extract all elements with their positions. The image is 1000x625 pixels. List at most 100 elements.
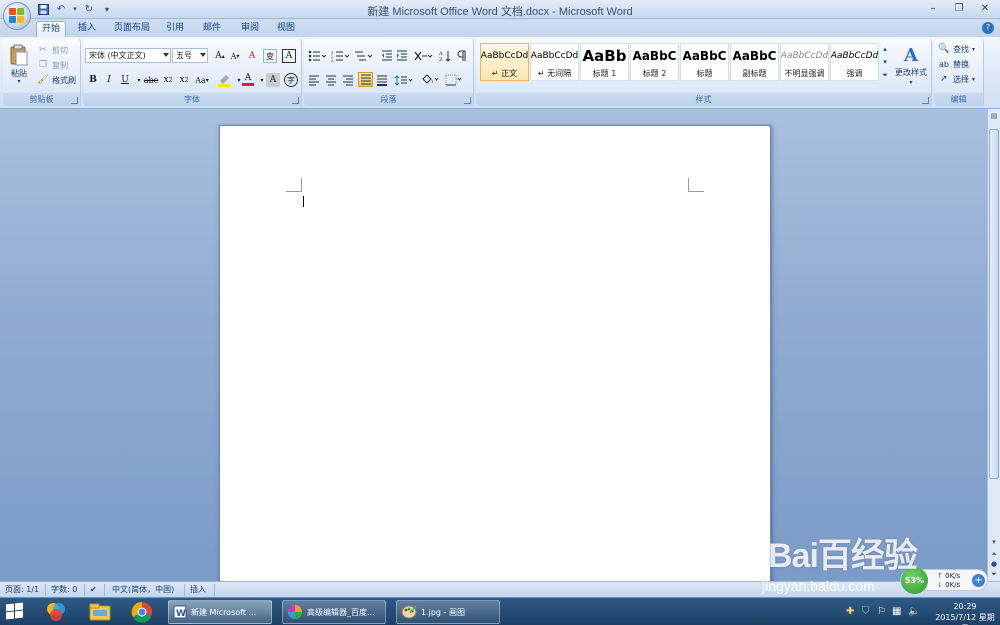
previous-page-icon[interactable]: ⏶ [989,549,999,559]
align-center-button[interactable] [324,73,338,87]
shading-button[interactable] [420,73,440,87]
paragraph-dialog-launcher[interactable] [464,97,471,104]
paste-button[interactable]: 粘贴 ▾ [7,42,31,86]
multilevel-list-button[interactable] [353,49,373,63]
font-name-dropdown[interactable]: 宋体 (中文正文) [85,48,171,63]
network-speed-widget[interactable]: 53% ↑ 0K/s ↓ 0K/s + [900,567,988,594]
volume-icon[interactable]: 🔈 [908,606,920,617]
decrease-indent-button[interactable] [380,49,394,63]
tab-view[interactable]: 视图 [273,21,299,37]
cut-button[interactable]: ✂ 剪切 [37,43,68,57]
tab-mailings[interactable]: 邮件 [199,21,225,37]
help-icon[interactable]: ? [982,22,994,34]
shrink-font-button[interactable]: A ▾ [228,49,242,63]
style-subtle-emphasis[interactable]: AaBbCcDd 不明显强调 [780,43,829,81]
tab-references[interactable]: 引用 [162,21,188,37]
font-size-dropdown[interactable]: 五号 [172,48,208,63]
document-page[interactable] [219,125,771,581]
task-word[interactable]: W 新建 Microsoft ... [168,600,272,624]
file-explorer-icon[interactable] [82,600,118,624]
style-emphasis[interactable]: AaBbCcDd 强调 [830,43,879,81]
tab-home[interactable]: 开始 [36,21,66,37]
enclose-characters-button[interactable]: 字 [284,73,298,87]
superscript-button[interactable]: x2 [177,73,191,87]
flag-icon[interactable]: ⚐ [877,606,886,617]
defender-icon[interactable]: ⛉ [862,606,870,617]
font-color-button[interactable]: A [241,73,255,87]
grow-font-button[interactable]: A ▴ [213,49,227,63]
style-normal[interactable]: AaBbCcDd ↵ 正文 [480,43,529,81]
bold-button[interactable]: B [86,73,100,87]
borders-button[interactable] [444,73,464,87]
justify-button[interactable] [358,72,373,87]
ruler-toggle-icon[interactable]: ▤ [989,111,999,121]
browse-object-icon[interactable]: ● [989,559,999,569]
pinned-app-icon[interactable] [38,600,74,624]
language-indicator[interactable]: 中文(简体，中国) [112,584,174,596]
sort-button[interactable]: AZ [438,49,452,63]
style-heading-2[interactable]: AaBbC 标题 2 [630,43,679,81]
styles-more-button[interactable]: ⏷ [880,69,890,81]
tab-review[interactable]: 审阅 [237,21,263,37]
clipboard-dialog-launcher[interactable] [71,97,78,104]
status-bar: 页面: 1/1 字数: 0 ✔ 中文(简体，中国) 插入 [0,581,1000,597]
security-shield-icon[interactable]: ✚ [846,606,854,617]
phonetic-guide-button[interactable]: 变 [263,49,277,63]
close-button[interactable]: ✕ [972,0,998,16]
italic-button[interactable]: I [102,73,116,87]
clear-format-button[interactable]: A [245,49,259,63]
style-title[interactable]: AaBbC 标题 [680,43,729,81]
subscript-button[interactable]: x2 [161,73,175,87]
scroll-down-icon[interactable]: ▾ [989,537,999,547]
strikethrough-button[interactable]: abe [142,73,160,87]
distributed-button[interactable] [375,73,389,87]
vertical-scrollbar[interactable]: ▤ ▾ ⏶ ● ⏷ [987,109,1000,581]
chrome-icon[interactable] [124,600,160,624]
insert-mode-indicator[interactable]: 插入 [190,584,206,596]
character-shading-button[interactable]: A [266,73,280,87]
start-button[interactable] [6,602,24,620]
style-subtitle[interactable]: AaBbC 副标题 [730,43,779,81]
word-count[interactable]: 字数: 0 [51,584,77,596]
show-marks-button[interactable] [455,49,469,63]
replace-button[interactable]: ab 替换 [938,57,969,71]
minimize-button[interactable]: – [920,0,946,16]
next-page-icon[interactable]: ⏷ [989,569,999,579]
format-painter-button[interactable]: 🖌 格式刷 [37,73,76,87]
align-right-icon [343,75,353,85]
styles-scroll-down-button[interactable]: ▾ [880,56,890,68]
underline-button[interactable]: U [118,73,132,87]
task-browser[interactable]: 高级编辑器_百度... [282,600,386,624]
style-heading-1[interactable]: AaBb 标题 1 [580,43,629,81]
style-no-spacing[interactable]: AaBbCcDd ↵ 无间隔 [530,43,579,81]
numbering-button[interactable]: 123 [330,49,350,63]
restore-button[interactable]: ❐ [946,0,972,16]
bullets-button[interactable] [307,49,327,63]
scrollbar-thumb[interactable] [989,129,999,479]
line-spacing-button[interactable] [394,73,414,87]
align-left-button[interactable] [307,73,321,87]
character-border-button[interactable]: A [282,49,296,63]
change-case-button[interactable]: Aa ▾ [193,73,211,87]
tab-page-layout[interactable]: 页面布局 [110,21,154,37]
office-button[interactable] [3,2,31,30]
find-button[interactable]: 🔍 查找 ▾ [938,42,975,56]
align-right-button[interactable] [341,73,355,87]
select-button[interactable]: ➚ 选择 ▾ [938,72,975,86]
change-styles-button[interactable]: A 更改样式 ▾ [892,41,930,89]
download-arrow-icon: ↓ [937,581,943,589]
add-icon[interactable]: + [972,574,985,587]
increase-indent-button[interactable] [395,49,409,63]
styles-dialog-launcher[interactable] [922,97,929,104]
chinese-layout-button[interactable] [412,49,434,63]
highlight-button[interactable] [216,73,232,87]
styles-scroll-up-button[interactable]: ▴ [880,43,890,55]
proofing-icon[interactable]: ✔ [90,584,97,596]
font-dialog-launcher[interactable] [292,97,299,104]
page-count[interactable]: 页面: 1/1 [5,584,39,596]
clock[interactable]: 20:29 2015/7/12 星期日 [934,601,996,625]
task-paint[interactable]: 1.jpg - 画图 [396,600,500,624]
tab-insert[interactable]: 插入 [74,21,100,37]
copy-button[interactable]: ❐ 复制 [37,58,68,72]
network-icon[interactable]: ▦ [892,606,901,617]
